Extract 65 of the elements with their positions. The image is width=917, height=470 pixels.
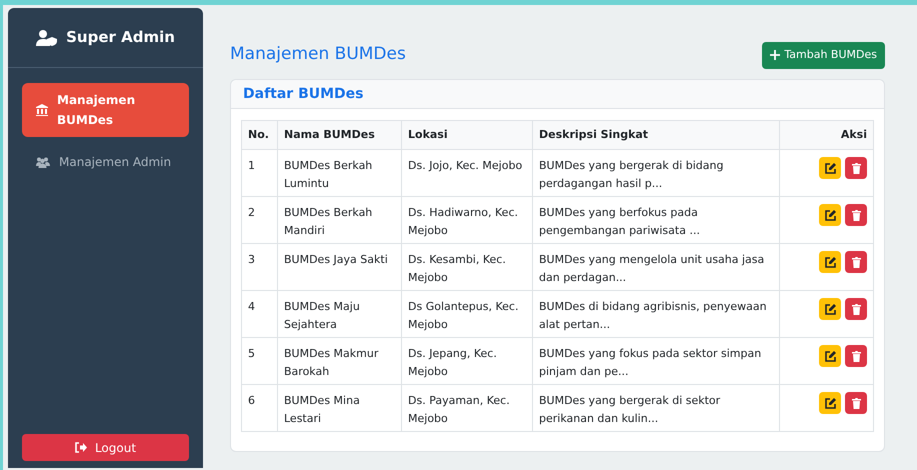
edit-icon [824, 210, 836, 220]
edit-button[interactable] [819, 392, 841, 414]
delete-button[interactable] [845, 251, 867, 273]
table-cell: BUMDes Makmur Barokah [278, 338, 402, 384]
bank-icon [36, 104, 48, 116]
table-cell: BUMDes Berkah Lumintu [278, 150, 402, 196]
table-cell: Ds. Kesambi, Kec. Mejobo [402, 244, 532, 290]
edit-button[interactable] [819, 345, 841, 367]
column-header: Deskripsi Singkat [532, 120, 780, 150]
sidebar-item[interactable]: Manajemen BUMDes [22, 83, 189, 137]
users-icon [36, 156, 50, 168]
table-cell: BUMDes Berkah Mandiri [278, 196, 402, 244]
table-cell: Ds. Hadiwarno, Kec. Mejobo [402, 196, 532, 244]
trash-icon [852, 350, 860, 362]
edit-button[interactable] [819, 251, 841, 273]
logout-button[interactable]: Logout [22, 434, 189, 461]
page-title: Manajemen BUMDes [230, 43, 406, 66]
table-cell: 3 [242, 244, 278, 290]
table-cell: 2 [242, 196, 278, 244]
edit-icon [824, 162, 836, 174]
delete-button[interactable] [845, 157, 867, 179]
table-cell: BUMDes Mina Lestari [278, 384, 402, 432]
trash-icon [852, 210, 860, 220]
table-cell: Ds. Payaman, Kec. Mejobo [402, 384, 532, 432]
column-header: Nama BUMDes [278, 120, 402, 150]
trash-icon [852, 304, 860, 314]
edit-button[interactable] [819, 298, 841, 320]
add-button[interactable]: Tambah BUMDes [762, 42, 885, 68]
user-shield-icon [36, 30, 58, 46]
table-cell: BUMDes yang berfokus pada pengembangan pariwisata ... [532, 196, 780, 244]
sidebar-title: Super Admin [66, 27, 175, 48]
table-cell: 1 [242, 150, 278, 196]
edit-button[interactable] [819, 204, 841, 226]
table-cell: 6 [242, 384, 278, 432]
card-title: Daftar BUMDes [243, 84, 364, 104]
table-cell: BUMDes yang mengelola unit usaha jasa dan perdagan... [532, 244, 780, 290]
table-cell: BUMDes Jaya Sakti [278, 244, 402, 290]
edit-button[interactable] [819, 157, 841, 179]
trash-icon [852, 162, 860, 174]
column-header: Aksi [780, 120, 874, 150]
sidebar-item[interactable]: Manajemen Admin [22, 145, 189, 179]
table-cell: Ds. Jepang, Kec. Mejobo [402, 338, 532, 384]
edit-icon [824, 350, 836, 362]
table-cell: Ds Golantepus, Kec. Mejobo [402, 290, 532, 338]
edit-icon [824, 304, 836, 314]
trash-icon [852, 256, 860, 268]
table-cell: BUMDes yang bergerak di bidang perdagangan hasil p... [532, 150, 780, 196]
trash-icon [852, 398, 860, 408]
delete-button[interactable] [845, 345, 867, 367]
table-cell: 5 [242, 338, 278, 384]
table-cell: 4 [242, 290, 278, 338]
table-cell: Ds. Jojo, Kec. Mejobo [402, 150, 532, 196]
table-cell: BUMDes Maju Sejahtera [278, 290, 402, 338]
plus-icon [770, 50, 780, 60]
table-cell: BUMDes di bidang agribisnis, penyewaan alat pertan... [532, 290, 780, 338]
edit-icon [824, 398, 836, 408]
delete-button[interactable] [845, 392, 867, 414]
table-cell: BUMDes yang bergerak di sektor perikanan dan kulin... [532, 384, 780, 432]
column-header: No. [242, 120, 278, 150]
column-header: Lokasi [402, 120, 532, 150]
table-cell: BUMDes yang fokus pada sektor simpan pinjam dan pe... [532, 338, 780, 384]
edit-icon [824, 256, 836, 268]
delete-button[interactable] [845, 298, 867, 320]
delete-button[interactable] [845, 204, 867, 226]
logout-icon [74, 442, 87, 453]
